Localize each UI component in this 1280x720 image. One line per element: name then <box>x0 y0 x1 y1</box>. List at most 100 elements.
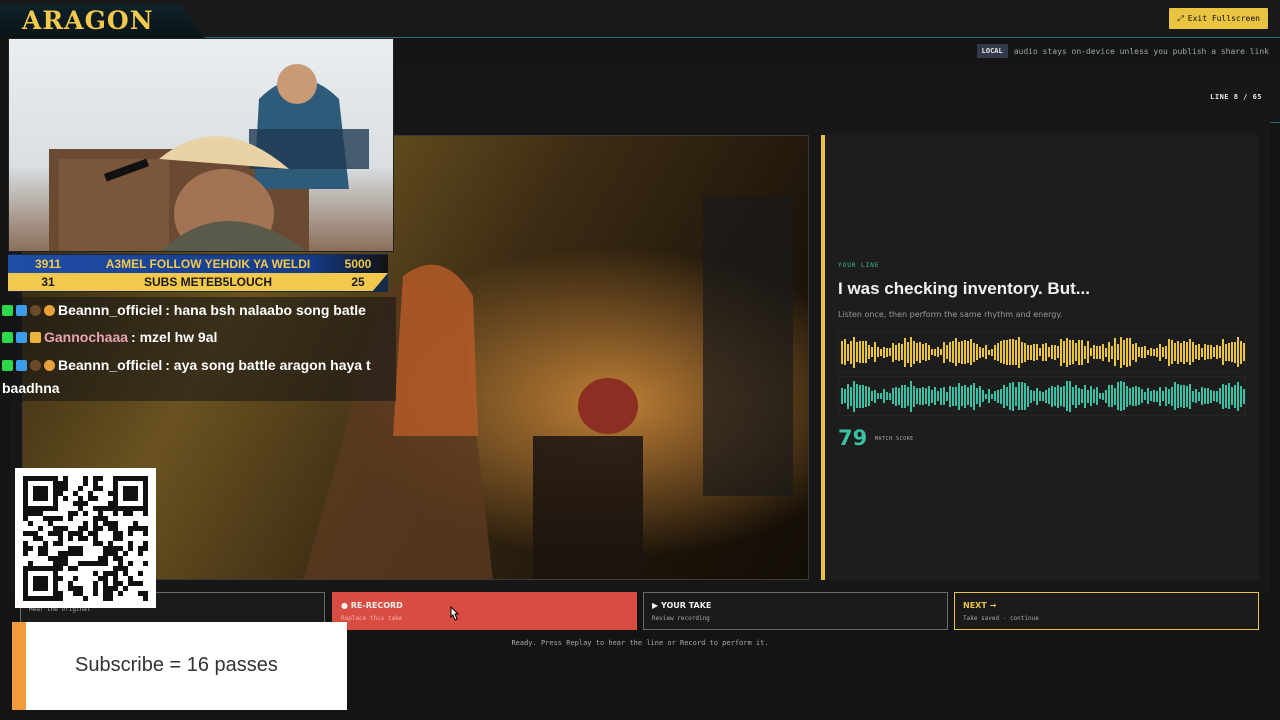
waveform-bar <box>982 347 984 357</box>
waveform-bar <box>1150 391 1152 401</box>
waveform-bar <box>1015 339 1017 365</box>
waveform-bar <box>853 336 855 368</box>
waveform-bar <box>1132 344 1134 360</box>
waveform-bar <box>1243 343 1245 361</box>
waveform-bar <box>994 344 996 360</box>
waveform-bar <box>922 344 924 360</box>
match-score-label: MATCH SCORE <box>875 436 914 442</box>
waveform-bar <box>1099 345 1101 359</box>
waveform-bar <box>1162 347 1164 357</box>
waveform-bar <box>1033 391 1035 401</box>
waveform-bar <box>1228 343 1230 361</box>
waveform-bar <box>1078 339 1080 365</box>
re-record-title: ● RE-RECORD <box>341 601 403 610</box>
waveform-bar <box>859 341 861 363</box>
waveform-bar <box>1090 386 1092 406</box>
waveform-bar <box>1039 348 1041 356</box>
waveform-bar <box>1243 388 1245 404</box>
waveform-bar <box>841 340 843 364</box>
waveform-bar <box>1198 344 1200 360</box>
your-take-subtitle: Review recording <box>652 615 710 622</box>
waveform-bar <box>1078 387 1080 405</box>
your-take-button[interactable]: ▶ YOUR TAKE Review recording <box>643 592 948 630</box>
waveform-bar <box>895 386 897 406</box>
waveform-bar <box>889 348 891 356</box>
waveform-bar <box>976 344 978 360</box>
waveform-bar <box>1144 346 1146 358</box>
waveform-bar <box>1021 341 1023 363</box>
waveform-bar <box>1180 342 1182 362</box>
waveform-bar <box>1072 340 1074 364</box>
local-badge: LOCAL <box>976 44 1008 58</box>
qr-code <box>15 468 156 608</box>
waveform-bar <box>1183 384 1185 408</box>
waveform-bar <box>1129 338 1131 366</box>
waveform-bar <box>1009 339 1011 365</box>
waveform-bar <box>1075 384 1077 408</box>
crown-badge-icon <box>30 331 41 343</box>
waveform-bar <box>1006 386 1008 406</box>
waveform-bar <box>850 386 852 406</box>
waveform-bar <box>1207 388 1209 404</box>
waveform-bar <box>871 347 873 357</box>
waveform-bar <box>1114 387 1116 405</box>
waveform-bar <box>1021 382 1023 410</box>
waveform-bar <box>1153 348 1155 356</box>
chat-overlay: Beannn_officiel : hana bsh nalaabo song … <box>0 297 396 401</box>
waveform-bar <box>1141 389 1143 403</box>
waveform-bar <box>931 389 933 403</box>
waveform-bar <box>1054 386 1056 406</box>
waveform-bar <box>1225 343 1227 361</box>
waveform-bar <box>1084 345 1086 359</box>
waveform-bar <box>955 338 957 366</box>
exit-fullscreen-button[interactable]: ⤢ Exit Fullscreen <box>1169 8 1268 29</box>
sub-goal-text: SUBS METEB5LOUCH <box>143 275 272 289</box>
waveform-bar <box>928 386 930 406</box>
waveform-bar <box>1000 388 1002 404</box>
waveform-bar <box>1192 342 1194 362</box>
waveform-bar <box>940 349 942 355</box>
waveform-bar <box>1063 385 1065 407</box>
webcam-feed <box>8 38 394 252</box>
waveform-bar <box>1174 343 1176 361</box>
header-stage: LINE 8 / 65 <box>398 65 1280 123</box>
waveform-bar <box>1126 385 1128 407</box>
waveform-bar <box>1168 388 1170 404</box>
coin-badge-icon <box>30 304 41 316</box>
waveform-bar <box>1120 336 1122 368</box>
local-note: audio stays on-device unless you publish… <box>1013 46 1269 56</box>
waveform-bar <box>1162 391 1164 401</box>
re-record-button[interactable]: ● RE-RECORD Replace this take <box>332 592 637 630</box>
waveform-bar <box>1210 345 1212 359</box>
waveform-bar <box>1132 386 1134 406</box>
waveform-bar <box>958 382 960 410</box>
waveform-bar <box>931 349 933 355</box>
waveform-bar <box>961 340 963 364</box>
waveform-bar <box>1057 384 1059 408</box>
waveform-bar <box>967 387 969 405</box>
match-score: 79 <box>838 426 868 450</box>
waveform-bar <box>847 383 849 409</box>
waveform-bar <box>1180 385 1182 407</box>
follow-goal-text: A3MEL FOLLOW YEHDIK YA WELDI <box>105 257 311 271</box>
waveform-bar <box>1156 347 1158 357</box>
re-record-subtitle: Replace this take <box>341 615 403 622</box>
waveform-bar <box>1066 381 1068 411</box>
chat-text: baadhna <box>2 380 60 396</box>
waveform-bar <box>1120 381 1122 411</box>
waveform-bar <box>1135 386 1137 406</box>
waveform-bar <box>1177 384 1179 408</box>
waveform-bar <box>886 392 888 400</box>
waveform-bar <box>871 391 873 401</box>
waveform-bar <box>868 345 870 359</box>
next-button[interactable]: NEXT → Take saved · continue <box>954 592 1259 630</box>
next-subtitle: Take saved · continue <box>963 615 1039 622</box>
waveform-bar <box>964 340 966 364</box>
waveform-bar <box>1222 383 1224 409</box>
waveform-bar <box>1138 387 1140 405</box>
waveform-bar <box>1135 342 1137 362</box>
waveform-bar <box>1123 339 1125 365</box>
waveform-bar <box>865 341 867 363</box>
waveform-bar <box>997 343 999 361</box>
waveform-bar <box>1129 387 1131 405</box>
